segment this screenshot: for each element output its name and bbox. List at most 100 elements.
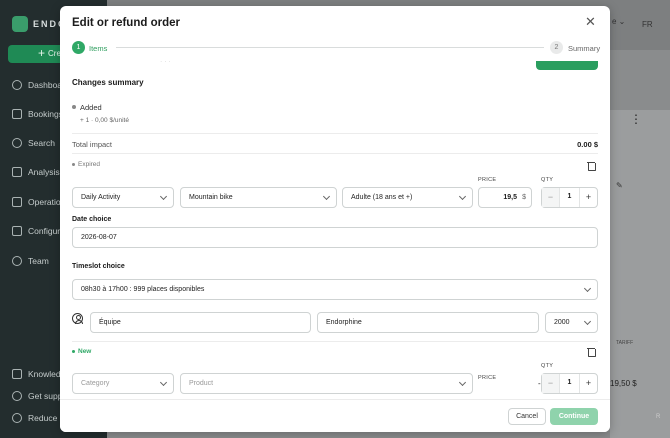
date-input[interactable]: 2026-08-07 bbox=[72, 227, 598, 248]
cancel-button[interactable]: Cancel bbox=[508, 408, 546, 425]
participant-first-name: Équipe bbox=[99, 319, 121, 326]
qty-value: 1 bbox=[567, 193, 572, 200]
sidebar-item-label: Team bbox=[28, 256, 49, 266]
chevron-down-icon bbox=[159, 378, 168, 387]
sliders-icon bbox=[12, 226, 22, 236]
price-label: PRICE bbox=[478, 375, 497, 381]
language-switch[interactable]: FR bbox=[642, 20, 653, 29]
category-select[interactable]: Category bbox=[72, 373, 174, 394]
corner-mark: R bbox=[656, 414, 661, 420]
price-input[interactable]: 19,5 $ bbox=[478, 187, 532, 208]
sidebar-item-label: Analysis bbox=[28, 167, 60, 177]
product-type-value: Daily Activity bbox=[81, 194, 121, 201]
step-1-number: 1 bbox=[72, 41, 85, 54]
dashboard-icon bbox=[12, 80, 22, 90]
delete-new-item-icon[interactable] bbox=[587, 347, 596, 357]
timeslot-value: 08h30 à 17h00 : 999 places disponibles bbox=[81, 286, 205, 293]
participant-year-select[interactable]: 2000 bbox=[545, 312, 598, 333]
participant-first-name-input[interactable]: Équipe bbox=[90, 312, 311, 333]
chevron-down-icon bbox=[458, 378, 467, 387]
qty-increment-button[interactable]: + bbox=[579, 188, 597, 207]
search-icon bbox=[12, 138, 22, 148]
chevron-down-icon bbox=[159, 192, 168, 201]
chevron-down-icon bbox=[583, 317, 592, 326]
brand-logo-icon bbox=[12, 16, 28, 32]
step-2-label: Summary bbox=[568, 44, 601, 53]
edit-order-modal: Edit or refund order ✕ 1 Items 2 Summary… bbox=[60, 6, 610, 432]
date-choice-label: Date choice bbox=[72, 216, 112, 223]
qty-label: QTY bbox=[541, 363, 554, 369]
step-connector bbox=[116, 47, 544, 48]
close-icon[interactable]: ✕ bbox=[585, 14, 596, 30]
qty-decrement-button[interactable]: − bbox=[542, 188, 560, 207]
chevron-down-icon bbox=[458, 192, 467, 201]
chevron-down-icon bbox=[583, 284, 592, 293]
qty-value: 1 bbox=[567, 379, 572, 386]
price-value: 19,5 bbox=[503, 194, 517, 201]
timeslot-choice-label: Timeslot choice bbox=[72, 263, 125, 270]
background-card bbox=[610, 110, 670, 438]
added-detail: + 1 · 0,00 $/unité bbox=[80, 117, 129, 124]
qty-decrement-button[interactable]: − bbox=[542, 374, 560, 393]
category-placeholder: Category bbox=[81, 380, 110, 387]
stepper: 1 Items 2 Summary bbox=[72, 41, 600, 55]
added-bullet-icon bbox=[72, 105, 76, 109]
participant-last-name: Endorphine bbox=[326, 319, 362, 326]
divider bbox=[72, 153, 598, 154]
delete-expired-item-icon[interactable] bbox=[587, 161, 596, 171]
product-type-select[interactable]: Daily Activity bbox=[72, 187, 174, 208]
quantity-stepper[interactable]: − 1 + bbox=[541, 187, 598, 208]
timeslot-select[interactable]: 08h30 à 17h00 : 999 places disponibles bbox=[72, 279, 598, 300]
new-quantity-stepper[interactable]: − 1 + bbox=[541, 373, 598, 394]
chevron-down-icon bbox=[322, 192, 331, 201]
product-value: Mountain bike bbox=[189, 194, 233, 201]
eye-icon bbox=[12, 413, 22, 423]
more-options-icon[interactable]: ⋮ bbox=[630, 112, 642, 126]
user-menu[interactable]: e ⌄ bbox=[612, 17, 625, 26]
rate-value: Adulte (18 ans et +) bbox=[351, 194, 413, 201]
step-1-label: Items bbox=[89, 44, 108, 53]
currency-symbol: $ bbox=[522, 194, 526, 201]
product-select[interactable]: Mountain bike bbox=[180, 187, 337, 208]
clipped-text: · · · bbox=[160, 61, 171, 65]
tarif-header: TARIFF bbox=[616, 340, 634, 346]
step-2-number: 2 bbox=[550, 41, 563, 54]
qty-increment-button[interactable]: + bbox=[579, 374, 597, 393]
divider bbox=[72, 133, 598, 134]
sidebar-item-label: Search bbox=[28, 138, 55, 148]
new-product-select[interactable]: Product bbox=[180, 373, 473, 394]
new-bullet-icon bbox=[72, 350, 75, 353]
changes-summary-title: Changes summary bbox=[72, 78, 144, 87]
expired-bullet-icon bbox=[72, 163, 75, 166]
calendar-icon bbox=[12, 109, 22, 119]
create-button-label: Cre bbox=[48, 49, 61, 58]
modal-body[interactable]: · · · Changes summary Added + 1 · 0,00 $… bbox=[60, 61, 610, 399]
price-label: PRICE bbox=[478, 177, 497, 183]
new-tag: New bbox=[78, 348, 92, 355]
edit-icon[interactable]: ✎ bbox=[616, 181, 623, 190]
help-icon bbox=[12, 391, 22, 401]
total-impact-label: Total impact bbox=[72, 140, 113, 149]
product-placeholder: Product bbox=[189, 380, 214, 387]
added-label: Added bbox=[80, 103, 102, 112]
participant-last-name-input[interactable]: Endorphine bbox=[317, 312, 539, 333]
divider bbox=[72, 341, 598, 342]
background-price: 19,50 $ bbox=[610, 379, 637, 388]
date-value: 2026-08-07 bbox=[81, 234, 117, 241]
participant-icon bbox=[72, 313, 83, 324]
chart-icon bbox=[12, 167, 22, 177]
sidebar-item-label: Bookings bbox=[28, 109, 63, 119]
sidebar-item-label: Knowled bbox=[28, 369, 61, 379]
book-icon bbox=[12, 369, 22, 379]
user-menu-label: e bbox=[612, 17, 617, 26]
qty-label: QTY bbox=[541, 177, 554, 183]
continue-button[interactable]: Continue bbox=[550, 408, 598, 425]
total-impact-value: 0.00 $ bbox=[577, 140, 598, 149]
modal-footer: Cancel Continue bbox=[60, 399, 610, 432]
participant-year: 2000 bbox=[554, 319, 570, 326]
rate-select[interactable]: Adulte (18 ans et +) bbox=[342, 187, 473, 208]
modal-title: Edit or refund order bbox=[72, 17, 180, 29]
operation-icon bbox=[12, 197, 22, 207]
clipped-button[interactable] bbox=[536, 61, 598, 70]
sidebar-item-label: Reduce bbox=[28, 413, 58, 423]
